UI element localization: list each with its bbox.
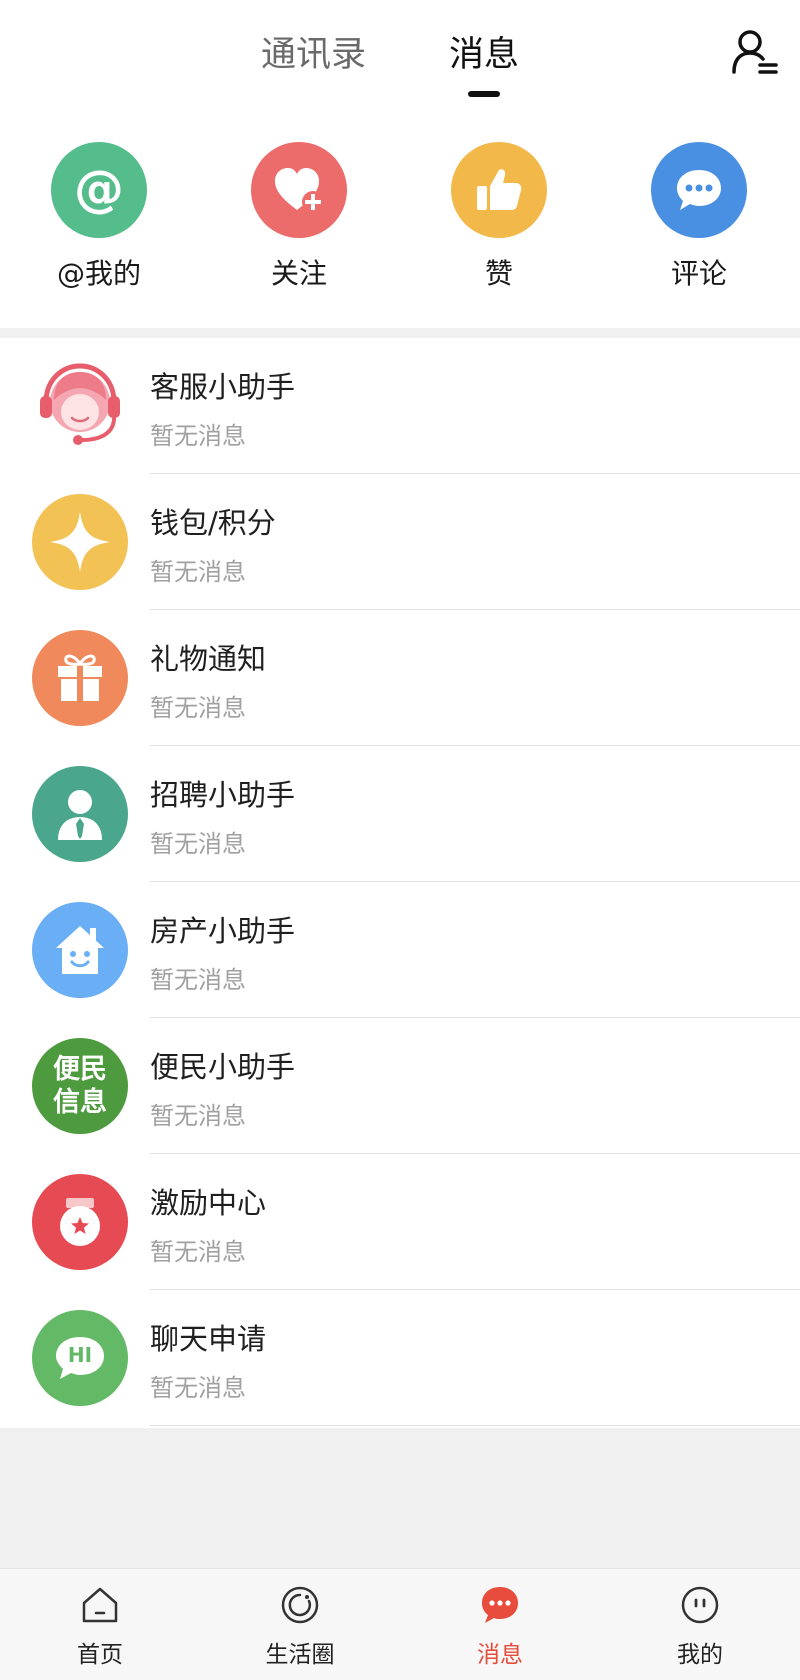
list-item-convenience[interactable]: 便民 信息 便民小助手 暂无消息 <box>0 1018 800 1154</box>
quick-action-label: 赞 <box>484 257 513 290</box>
list-item-title: 客服小助手 <box>150 370 296 404</box>
profile-face-icon <box>681 1586 719 1624</box>
nav-label: 消息 <box>477 1642 523 1668</box>
list-item-subtitle: 暂无消息 <box>150 830 246 858</box>
list-item-house[interactable]: 房产小助手 暂无消息 <box>0 882 800 1018</box>
divider <box>150 1425 800 1426</box>
icon-text: HI <box>67 1343 93 1367</box>
list-item-chat-request[interactable]: HI 聊天申请 暂无消息 <box>0 1290 800 1426</box>
icon-text-line: 信息 <box>53 1087 107 1118</box>
list-item-title: 聊天申请 <box>150 1322 267 1356</box>
heart-plus-icon <box>251 142 347 238</box>
life-circle-icon <box>281 1586 319 1624</box>
list-item-subtitle: 暂无消息 <box>150 422 246 450</box>
list-item-subtitle: 暂无消息 <box>150 1374 246 1402</box>
list-item-title: 房产小助手 <box>150 914 296 948</box>
list-item-subtitle: 暂无消息 <box>150 558 246 586</box>
user-list-button[interactable] <box>730 28 780 78</box>
home-icon <box>82 1587 118 1623</box>
gift-icon <box>32 630 128 726</box>
user-list-icon <box>732 30 778 74</box>
list-item-title: 招聘小助手 <box>150 778 296 812</box>
svg-text:@: @ <box>74 160 124 218</box>
quick-action-label: 关注 <box>270 257 327 290</box>
nav-label: 我的 <box>677 1642 723 1668</box>
nav-messages[interactable]: 消息 <box>400 1569 600 1680</box>
quick-actions: @ @我的 关注 赞 评论 <box>0 110 800 328</box>
list-item-title: 便民小助手 <box>150 1050 296 1084</box>
tab-messages[interactable]: 消息 <box>449 30 519 80</box>
bottom-nav: 首页 生活圈 消息 我的 <box>0 1568 800 1680</box>
nav-life-circle[interactable]: 生活圈 <box>200 1569 400 1680</box>
nav-label: 首页 <box>77 1642 123 1668</box>
tab-contacts[interactable]: 通讯录 <box>261 30 366 80</box>
list-item-incentive[interactable]: 激励中心 暂无消息 <box>0 1154 800 1290</box>
medal-icon <box>32 1174 128 1270</box>
list-item-wallet[interactable]: 钱包/积分 暂无消息 <box>0 474 800 610</box>
top-bar: 通讯录 消息 <box>0 0 800 110</box>
list-item-subtitle: 暂无消息 <box>150 966 246 994</box>
chat-hi-icon: HI <box>32 1310 128 1406</box>
quick-action-comment[interactable]: 评论 <box>629 142 769 302</box>
list-item-title: 礼物通知 <box>150 642 267 676</box>
nav-home[interactable]: 首页 <box>0 1569 200 1680</box>
quick-action-follow[interactable]: 关注 <box>229 142 369 302</box>
customer-service-icon <box>32 358 128 454</box>
nav-mine[interactable]: 我的 <box>600 1569 800 1680</box>
quick-action-label: 评论 <box>670 257 727 290</box>
quick-action-label: @我的 <box>56 257 141 290</box>
list-item-subtitle: 暂无消息 <box>150 1102 246 1130</box>
message-list: 客服小助手 暂无消息 钱包/积分 暂无消息 礼物通知 暂无消息 招聘小助手 暂无… <box>0 338 800 1428</box>
house-icon <box>32 902 128 998</box>
nav-label: 生活圈 <box>265 1642 335 1668</box>
quick-action-like[interactable]: 赞 <box>429 142 569 302</box>
at-icon: @ <box>51 142 147 238</box>
list-item-subtitle: 暂无消息 <box>150 694 246 722</box>
list-item-title: 激励中心 <box>150 1186 267 1220</box>
messages-page: 通讯录 消息 @ @我的 关注 赞 评论 客服小助手 暂无消息 钱包/积分 暂无… <box>0 0 800 1680</box>
comment-icon <box>651 142 747 238</box>
recruit-icon <box>32 766 128 862</box>
list-item-title: 钱包/积分 <box>150 506 276 540</box>
list-item-subtitle: 暂无消息 <box>150 1238 246 1266</box>
icon-text-line: 便民 <box>53 1054 107 1085</box>
convenience-info-icon: 便民 信息 <box>32 1038 128 1134</box>
wallet-points-icon <box>32 494 128 590</box>
list-item-recruit[interactable]: 招聘小助手 暂无消息 <box>0 746 800 882</box>
list-item-gift[interactable]: 礼物通知 暂无消息 <box>0 610 800 746</box>
quick-action-at-me[interactable]: @ @我的 <box>29 142 169 302</box>
list-item-customer-service[interactable]: 客服小助手 暂无消息 <box>0 338 800 474</box>
active-tab-indicator <box>468 91 500 97</box>
message-icon <box>482 1587 518 1623</box>
thumbs-up-icon <box>451 142 547 238</box>
